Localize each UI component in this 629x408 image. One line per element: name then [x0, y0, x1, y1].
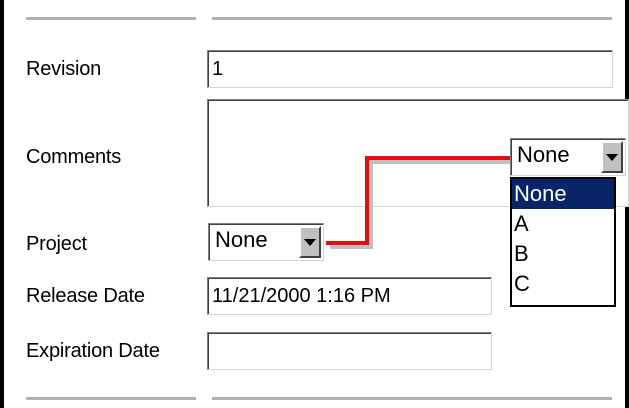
comments-select[interactable]: None — [510, 138, 626, 176]
release-date-input[interactable]: 11/21/2000 1:16 PM — [207, 277, 492, 315]
chevron-down-icon — [606, 154, 618, 161]
comments-dropdown-list: None A B C — [510, 177, 616, 307]
project-label: Project — [26, 233, 87, 255]
release-date-label: Release Date — [26, 285, 145, 307]
frame-left-border — [0, 0, 4, 408]
dropdown-option-b[interactable]: B — [512, 239, 614, 269]
bottom-divider-right — [212, 397, 612, 400]
connector-line-2 — [365, 156, 369, 245]
top-divider-right — [212, 17, 612, 20]
revision-label: Revision — [26, 58, 102, 80]
project-select-value: None — [215, 227, 268, 252]
dropdown-option-a[interactable]: A — [512, 209, 614, 239]
connector-line-1 — [326, 241, 369, 245]
top-divider-left — [26, 17, 196, 20]
project-select[interactable]: None — [208, 223, 324, 261]
chevron-down-icon — [304, 239, 316, 246]
comments-select-value: None — [517, 142, 570, 167]
dropdown-option-none[interactable]: None — [512, 179, 614, 209]
expiration-date-input[interactable] — [207, 332, 492, 370]
revision-input[interactable]: 1 — [207, 50, 613, 88]
dropdown-option-c[interactable]: C — [512, 269, 614, 299]
connector-line-3 — [365, 156, 511, 160]
expiration-date-label: Expiration Date — [26, 340, 160, 362]
connector-shadow-2 — [369, 160, 373, 248]
project-dropdown-button[interactable] — [299, 226, 321, 258]
connector-shadow-1 — [330, 245, 373, 249]
bottom-divider-left — [26, 397, 196, 400]
connector-shadow-3 — [369, 160, 515, 164]
comments-dropdown-button[interactable] — [601, 141, 623, 173]
comments-label: Comments — [26, 146, 122, 168]
